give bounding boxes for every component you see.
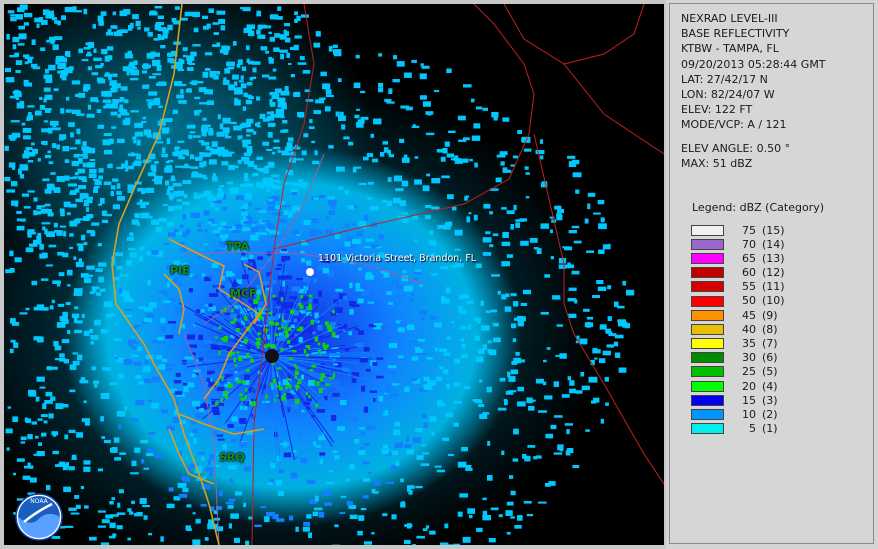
legend-swatch [691, 295, 724, 307]
legend-category: (6) [762, 351, 778, 365]
legend-dbz: 50 [742, 294, 756, 308]
legend-category: (4) [762, 379, 778, 393]
address-marker-icon[interactable] [305, 267, 315, 277]
legend-dbz: 25 [742, 365, 756, 379]
legend-row: 5 (1) [691, 422, 785, 436]
legend-swatch [691, 338, 724, 350]
legend-row: 60 (12) [691, 266, 785, 280]
legend-dbz: 10 [742, 407, 756, 421]
legend-row: 15 (3) [691, 393, 785, 407]
max-dbz: MAX: 51 dBZ [681, 156, 753, 170]
legend-category: (13) [762, 251, 785, 265]
legend-category: (3) [762, 393, 778, 407]
legend-dbz: 40 [742, 322, 756, 336]
legend-list: 75 (15) 70 (14) 65 (13) 60 (12) 55 (11) 50 (10) 45 (9… [691, 223, 785, 436]
legend-row: 30 (6) [691, 351, 785, 365]
legend-category: (9) [762, 308, 778, 322]
noaa-logo-icon: NOAA [15, 493, 63, 541]
legend-category: (11) [762, 280, 785, 294]
legend-dbz: 60 [742, 266, 756, 280]
legend-swatch [691, 281, 724, 293]
legend-swatch [691, 409, 724, 421]
legend-category: (12) [762, 266, 785, 280]
info-panel: NEXRAD LEVEL-III BASE REFLECTIVITY KTBW … [669, 3, 874, 544]
legend-dbz: 75 [742, 223, 756, 237]
legend-row: 75 (15) [691, 223, 785, 237]
legend-row: 40 (8) [691, 322, 785, 336]
legend-dbz: 70 [742, 237, 756, 251]
place-label-mcf: MCF [230, 287, 257, 300]
legend-dbz: 65 [742, 251, 756, 265]
legend-title: Legend: dBZ (Category) [692, 201, 824, 214]
legend-category: (7) [762, 337, 778, 350]
radar-map[interactable]: TPA PIE MCF SRQ 1101 Victoria Street, Br… [4, 4, 664, 545]
legend-dbz: 30 [742, 351, 756, 365]
station-lat: LAT: 27/42/17 N [681, 72, 768, 86]
legend-category: (8) [762, 322, 778, 336]
legend-category: (10) [762, 294, 785, 308]
svg-text:NOAA: NOAA [30, 498, 48, 505]
echo-area-core [62, 146, 522, 526]
legend-swatch [691, 380, 724, 392]
legend-swatch [691, 352, 724, 364]
legend-swatch [691, 309, 724, 321]
legend-swatch [691, 252, 724, 264]
place-label-pie: PIE [170, 264, 190, 277]
elev-angle: ELEV ANGLE: 0.50 ° [681, 141, 791, 155]
product-type: BASE REFLECTIVITY [681, 27, 790, 41]
legend-dbz: 5 [749, 422, 756, 436]
scan-datetime: 09/20/2013 05:28:44 GMT [681, 57, 826, 71]
legend-category: (2) [762, 407, 778, 421]
legend-dbz: 55 [742, 280, 756, 294]
legend-dbz: 45 [742, 308, 756, 322]
legend-dbz: 20 [742, 379, 756, 393]
address-label: 1101 Victoria Street, Brandon, FL [318, 253, 477, 264]
legend-row: 10 (2) [691, 407, 785, 421]
legend-category: (1) [762, 422, 778, 436]
station-lon: LON: 82/24/07 W [681, 88, 775, 102]
legend-dbz: 35 [742, 337, 756, 350]
legend-row: 25 (5) [691, 365, 785, 379]
legend-swatch [691, 267, 724, 279]
legend-row: 50 (10) [691, 294, 785, 308]
product-name: NEXRAD LEVEL-III [681, 12, 778, 25]
radar-site-icon [265, 349, 279, 363]
legend-swatch [691, 224, 724, 236]
radar-frame: TPA PIE MCF SRQ 1101 Victoria Street, Br… [0, 0, 666, 549]
radar-canvas [4, 4, 664, 545]
legend-category: (5) [762, 365, 778, 379]
legend-dbz: 15 [742, 393, 756, 407]
legend-row: 55 (11) [691, 280, 785, 294]
county-line [563, 4, 645, 65]
legend-swatch [691, 366, 724, 378]
legend-row: 65 (13) [691, 251, 785, 265]
place-label-srq: SRQ [219, 451, 245, 464]
station-elev: ELEV: 122 FT [681, 103, 753, 117]
county-line [503, 4, 664, 155]
legend-category: (14) [762, 237, 785, 251]
place-label-tpa: TPA [226, 240, 250, 253]
legend-row: 20 (4) [691, 379, 785, 393]
legend-swatch [691, 423, 724, 435]
legend-swatch [691, 323, 724, 335]
legend-category: (15) [762, 223, 785, 237]
legend-swatch [691, 238, 724, 250]
legend-swatch [691, 394, 724, 406]
legend-row: 70 (14) [691, 237, 785, 251]
mode-vcp: MODE/VCP: A / 121 [681, 118, 787, 132]
station-name: KTBW - TAMPA, FL [681, 42, 779, 56]
legend-row: 45 (9) [691, 308, 785, 322]
legend-row: 35 (7) [691, 337, 785, 351]
